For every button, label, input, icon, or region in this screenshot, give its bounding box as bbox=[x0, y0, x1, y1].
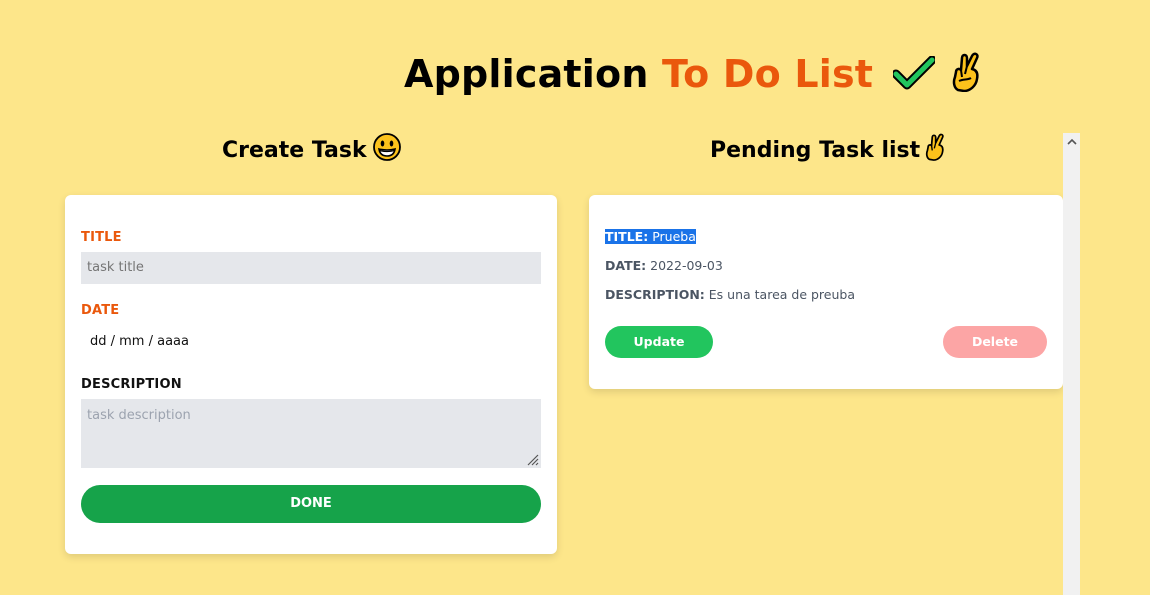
task-description-value: Es una tarea de preuba bbox=[708, 287, 855, 302]
app-page: Application To Do List Create Task Pendi… bbox=[0, 0, 1150, 595]
task-date-value: 2022-09-03 bbox=[650, 258, 723, 273]
create-task-heading: Create Task bbox=[222, 133, 401, 167]
crossed-fingers-icon bbox=[950, 52, 982, 101]
description-label: DESCRIPTION bbox=[81, 377, 182, 392]
date-label: DATE bbox=[81, 303, 120, 318]
task-title-row: TITLE: Prueba bbox=[605, 229, 696, 244]
app-title-main: Application bbox=[404, 52, 649, 96]
update-button[interactable]: Update bbox=[605, 326, 713, 358]
create-task-heading-text: Create Task bbox=[222, 138, 367, 163]
task-description-label: DESCRIPTION: bbox=[605, 287, 705, 302]
app-title-accent: To Do List bbox=[662, 52, 874, 96]
title-input[interactable] bbox=[81, 252, 541, 284]
task-date-row: DATE: 2022-09-03 bbox=[605, 258, 723, 273]
task-title-selection: TITLE: Prueba bbox=[605, 229, 696, 244]
task-date-label: DATE: bbox=[605, 258, 647, 273]
crossed-fingers-icon bbox=[924, 133, 946, 167]
task-description-row: DESCRIPTION: Es una tarea de preuba bbox=[605, 287, 855, 302]
grinning-face-icon bbox=[372, 133, 401, 167]
delete-button[interactable]: Delete bbox=[943, 326, 1047, 358]
pending-task-heading-text: Pending Task list bbox=[710, 138, 921, 163]
app-title: Application To Do List bbox=[404, 52, 982, 101]
vertical-scrollbar[interactable] bbox=[1063, 133, 1080, 595]
task-card: TITLE: Prueba DATE: 2022-09-03 DESCRIPTI… bbox=[589, 195, 1063, 389]
scroll-up-arrow-icon[interactable] bbox=[1063, 133, 1080, 150]
resize-handle-icon[interactable] bbox=[527, 454, 539, 466]
description-placeholder: task description bbox=[87, 408, 191, 423]
date-input[interactable]: dd / mm / aaaa bbox=[81, 326, 541, 358]
task-title-label: TITLE: bbox=[605, 229, 649, 244]
task-title-value: Prueba bbox=[652, 229, 696, 244]
title-label: TITLE bbox=[81, 230, 122, 245]
description-textarea[interactable]: task description bbox=[81, 399, 541, 468]
create-task-form: TITLE DATE dd / mm / aaaa DESCRIPTION ta… bbox=[65, 195, 557, 554]
pending-task-heading: Pending Task list bbox=[710, 133, 946, 167]
done-button[interactable]: DONE bbox=[81, 485, 541, 523]
check-mark-icon bbox=[891, 55, 937, 99]
date-input-placeholder: dd / mm / aaaa bbox=[90, 334, 189, 349]
